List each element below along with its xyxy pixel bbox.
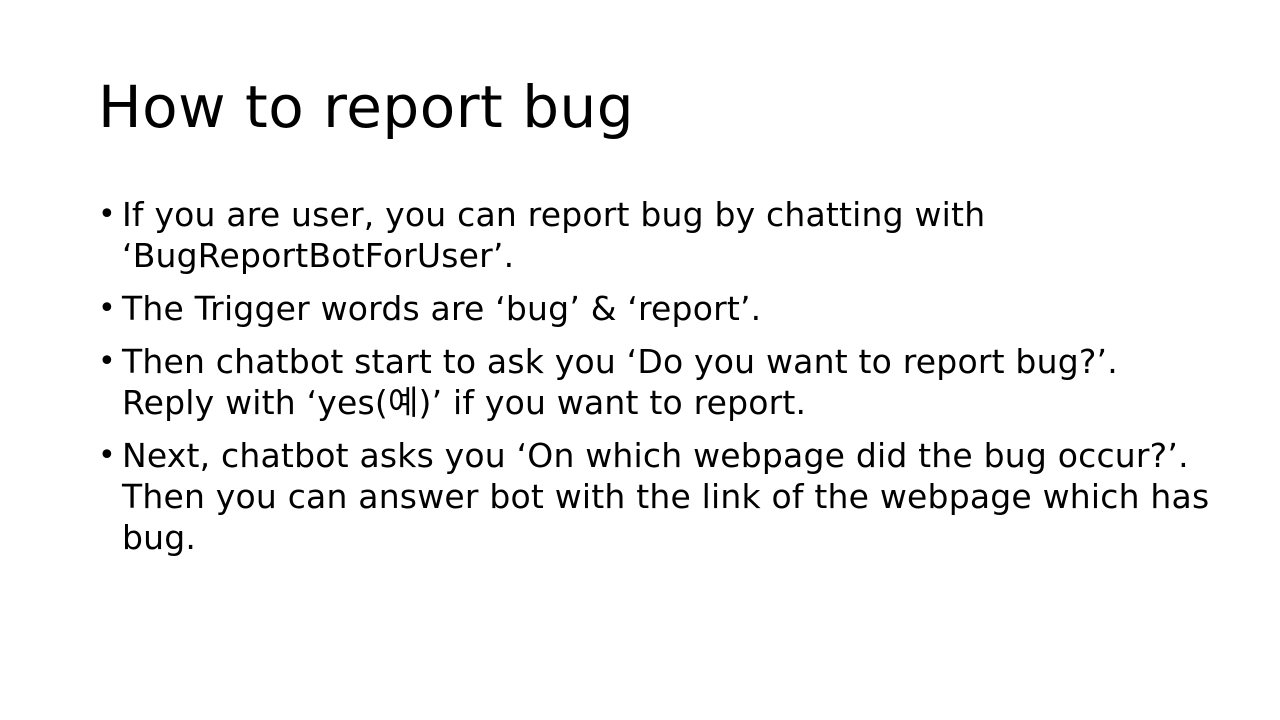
bullet-dot-icon: • bbox=[98, 197, 116, 232]
slide-title: How to report bug bbox=[98, 73, 635, 141]
bullet-text: Next, chatbot asks you ‘On which webpage… bbox=[122, 436, 1210, 557]
bullet-item: • Next, chatbot asks you ‘On which webpa… bbox=[98, 435, 1218, 558]
bullet-dot-icon: • bbox=[98, 438, 116, 473]
bullet-dot-icon: • bbox=[98, 344, 116, 379]
bullet-text: Then chatbot start to ask you ‘Do you wa… bbox=[122, 342, 1118, 422]
bullet-dot-icon: • bbox=[98, 291, 116, 326]
bullet-text: If you are user, you can report bug by c… bbox=[122, 195, 986, 275]
bullet-item: • Then chatbot start to ask you ‘Do you … bbox=[98, 341, 1218, 423]
bullet-list: • If you are user, you can report bug by… bbox=[98, 194, 1218, 570]
bullet-text: The Trigger words are ‘bug’ & ‘report’. bbox=[122, 289, 762, 328]
bullet-item: • The Trigger words are ‘bug’ & ‘report’… bbox=[98, 288, 1218, 329]
slide: How to report bug • If you are user, you… bbox=[0, 0, 1280, 720]
bullet-item: • If you are user, you can report bug by… bbox=[98, 194, 1218, 276]
